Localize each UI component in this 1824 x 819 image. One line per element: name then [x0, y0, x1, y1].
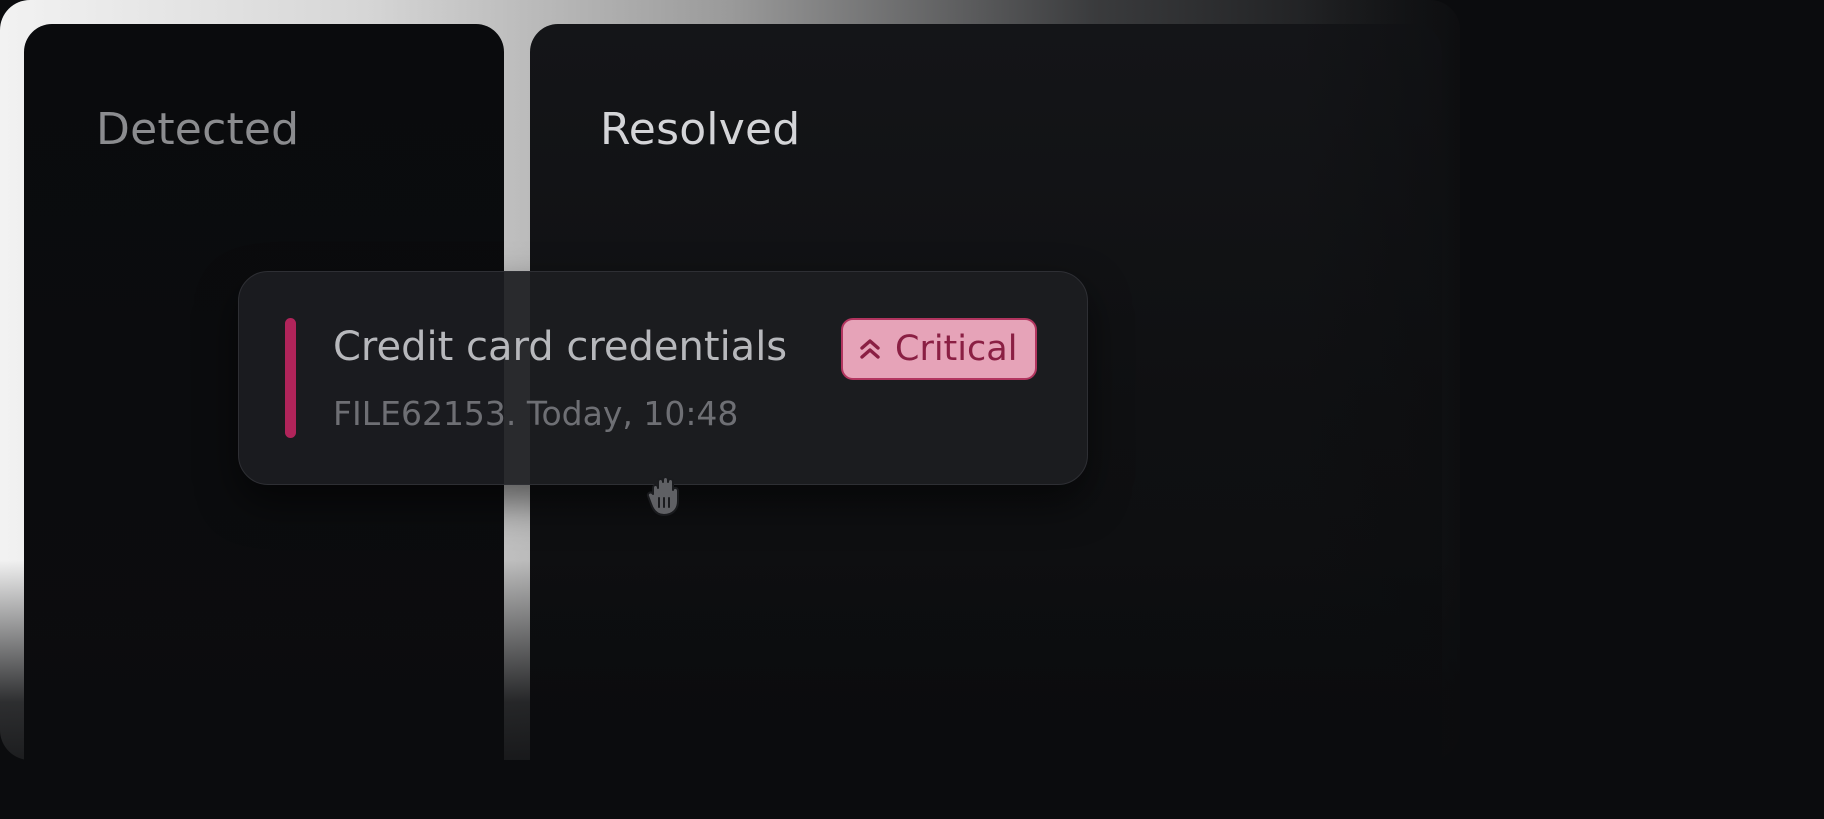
incident-title: Credit card credentials	[333, 324, 788, 370]
incident-meta: FILE62153. Today, 10:48	[333, 394, 739, 433]
severity-label: Critical	[895, 329, 1018, 369]
incident-card[interactable]: Credit card credentials FILE62153. Today…	[238, 271, 1088, 485]
column-title-detected: Detected	[96, 104, 300, 155]
severity-badge: Critical	[841, 318, 1038, 380]
kanban-board: Detected Resolved Credit card credential…	[0, 0, 1824, 819]
severity-accent-bar	[285, 318, 296, 438]
double-chevron-up-icon	[857, 336, 883, 362]
grab-hand-icon	[644, 468, 688, 518]
column-title-resolved: Resolved	[600, 104, 801, 155]
